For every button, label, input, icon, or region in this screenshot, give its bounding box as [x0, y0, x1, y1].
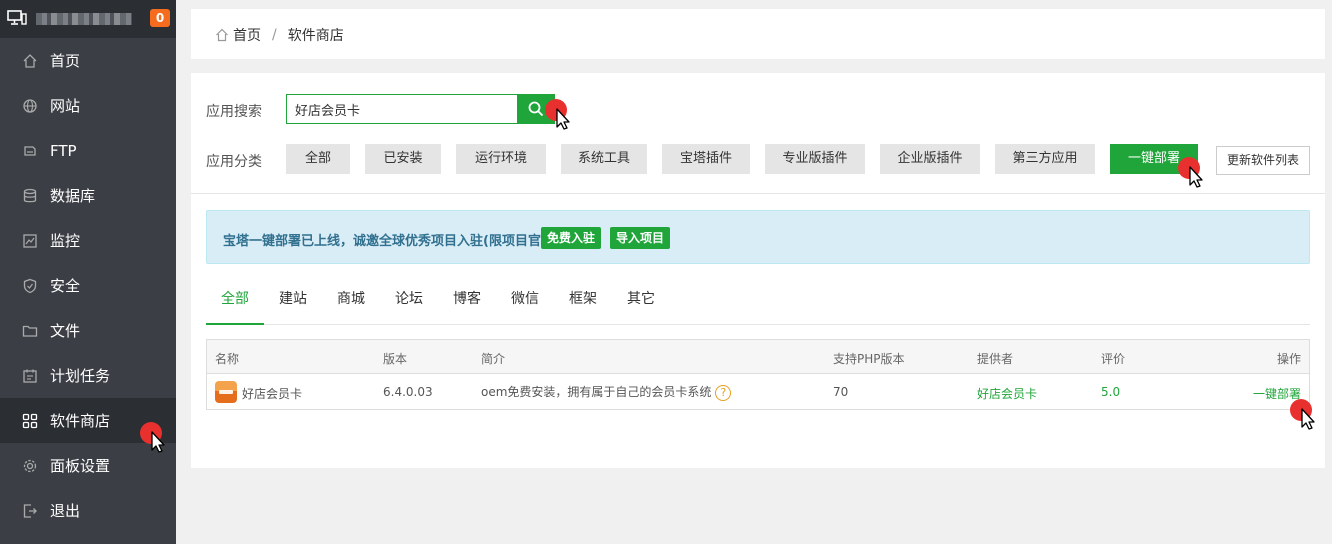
project-table: 名称 版本 简介 支持PHP版本 提供者 评价 操作 好店会员卡 6.4.0.0…	[206, 339, 1310, 410]
column-header-name: 名称	[215, 352, 240, 366]
breadcrumb-bar: 首页 / 软件商店	[191, 9, 1325, 59]
tab-framework[interactable]: 框架	[556, 278, 610, 323]
sidebar-item-label: 监控	[50, 232, 81, 250]
tab-all[interactable]: 全部	[206, 278, 264, 323]
category-label: 应用分类	[206, 154, 262, 170]
sidebar-item-database[interactable]: 数据库	[0, 173, 176, 218]
column-header-php: 支持PHP版本	[833, 352, 905, 366]
app-logo-icon	[215, 381, 237, 403]
active-tab-indicator	[206, 323, 264, 325]
table-row: 好店会员卡 6.4.0.03 oem免费安装，拥有属于自己的会员卡系统? 70 …	[207, 375, 1309, 410]
tab-wechat[interactable]: 微信	[498, 278, 552, 323]
column-header-rating: 评价	[1101, 352, 1126, 366]
sidebar-item-home[interactable]: 首页	[0, 38, 176, 83]
tab-blog[interactable]: 博客	[440, 278, 494, 323]
column-header-desc: 简介	[481, 352, 506, 366]
sidebar-item-ftp[interactable]: FTP	[0, 128, 176, 173]
apps-grid-icon	[22, 413, 38, 429]
cell-version: 6.4.0.03	[383, 385, 433, 399]
sidebar-item-logout[interactable]: 退出	[0, 488, 176, 533]
category-installed[interactable]: 已安装	[365, 144, 441, 174]
category-system-tools[interactable]: 系统工具	[561, 144, 647, 174]
cell-desc: oem免费安装，拥有属于自己的会员卡系统	[481, 385, 712, 399]
cell-php: 70	[833, 385, 849, 399]
tab-other[interactable]: 其它	[614, 278, 668, 323]
sidebar-item-files[interactable]: 文件	[0, 308, 176, 353]
notification-badge[interactable]: 0	[150, 9, 170, 27]
cell-provider[interactable]: 好店会员卡	[977, 385, 1037, 402]
search-icon	[528, 101, 544, 117]
one-click-deploy-link[interactable]: 一键部署	[1253, 385, 1301, 402]
column-header-version: 版本	[383, 352, 408, 366]
category-enterprise-plugins[interactable]: 企业版插件	[880, 144, 980, 174]
sidebar-menu: 首页 网站 FTP 数据库 监控 安全 文件 计划任务 软件商店 面板设置 退出	[0, 38, 176, 533]
notice-text: 宝塔一键部署已上线，诚邀全球优秀项目入驻(限项目官方)	[223, 234, 560, 249]
sidebar-item-label: 安全	[50, 277, 81, 295]
sidebar-item-label: FTP	[50, 141, 77, 160]
sidebar-item-website[interactable]: 网站	[0, 83, 176, 128]
cell-name: 好店会员卡	[242, 387, 303, 401]
breadcrumb-home[interactable]: 首页	[233, 25, 261, 45]
category-runtime[interactable]: 运行环境	[456, 144, 546, 174]
sidebar-item-cron[interactable]: 计划任务	[0, 353, 176, 398]
database-icon	[22, 188, 38, 204]
notice-banner: 宝塔一键部署已上线，诚邀全球优秀项目入驻(限项目官方) 免费入驻 导入项目	[206, 210, 1310, 264]
breadcrumb-current: 软件商店	[287, 28, 344, 44]
search-button[interactable]	[517, 94, 555, 124]
sidebar: 0 首页 网站 FTP 数据库 监控 安全 文件 计划任务 软件商店 面板设置 …	[0, 0, 176, 544]
table-header: 名称 版本 简介 支持PHP版本 提供者 评价 操作	[207, 340, 1309, 374]
breadcrumb: 首页 / 软件商店	[215, 25, 344, 45]
monitor-chart-icon	[22, 233, 38, 249]
calendar-icon	[22, 368, 38, 384]
import-project-button[interactable]: 导入项目	[610, 227, 670, 249]
category-all[interactable]: 全部	[286, 144, 350, 174]
home-icon	[216, 28, 228, 42]
sidebar-item-label: 软件商店	[50, 412, 111, 430]
tab-website[interactable]: 建站	[266, 278, 320, 323]
sidebar-item-label: 计划任务	[50, 367, 111, 385]
logout-icon	[22, 503, 38, 519]
sidebar-item-label: 数据库	[50, 187, 96, 205]
cell-desc-wrap: oem免费安装，拥有属于自己的会员卡系统?	[481, 383, 732, 401]
monitor-icon	[7, 10, 27, 25]
project-tabs: 全部 建站 商城 论坛 博客 微信 框架 其它	[206, 278, 1310, 325]
globe-icon	[22, 98, 38, 114]
sidebar-item-settings[interactable]: 面板设置	[0, 443, 176, 488]
breadcrumb-separator: /	[272, 27, 277, 43]
category-third-party[interactable]: 第三方应用	[995, 144, 1095, 174]
gear-icon	[22, 458, 38, 474]
tabs-divider	[264, 324, 1310, 325]
category-bt-plugins[interactable]: 宝塔插件	[662, 144, 750, 174]
free-join-button[interactable]: 免费入驻	[541, 227, 601, 249]
sidebar-item-monitor[interactable]: 监控	[0, 218, 176, 263]
category-pro-plugins[interactable]: 专业版插件	[765, 144, 865, 174]
tab-forum[interactable]: 论坛	[382, 278, 436, 323]
cell-rating: 5.0	[1101, 385, 1121, 399]
folder-icon	[22, 323, 38, 339]
sidebar-item-label: 面板设置	[50, 457, 111, 475]
column-header-provider: 提供者	[977, 352, 1014, 366]
sidebar-item-label: 首页	[50, 52, 81, 70]
home-icon	[22, 53, 38, 69]
ftp-icon	[22, 143, 38, 159]
sidebar-item-security[interactable]: 安全	[0, 263, 176, 308]
sidebar-item-label: 文件	[50, 322, 81, 340]
column-header-action: 操作	[1276, 352, 1301, 366]
sidebar-item-label: 退出	[50, 502, 81, 520]
search-input[interactable]	[286, 94, 518, 124]
shield-icon	[22, 278, 38, 294]
sidebar-item-label: 网站	[50, 97, 81, 115]
category-one-click-deploy[interactable]: 一键部署	[1110, 144, 1198, 174]
refresh-software-list-button[interactable]: 更新软件列表	[1216, 146, 1310, 175]
sidebar-header: 0	[0, 0, 176, 38]
tab-shop[interactable]: 商城	[324, 278, 378, 323]
search-label: 应用搜索	[206, 104, 262, 120]
divider	[191, 193, 1325, 194]
help-question-icon[interactable]: ?	[715, 384, 732, 401]
soft-store-panel: 应用搜索 应用分类 全部 已安装 运行环境 系统工具 宝塔插件 专业版插件 企业…	[191, 73, 1325, 468]
server-name-blurred	[36, 13, 132, 25]
sidebar-item-soft-store[interactable]: 软件商店	[0, 398, 176, 443]
